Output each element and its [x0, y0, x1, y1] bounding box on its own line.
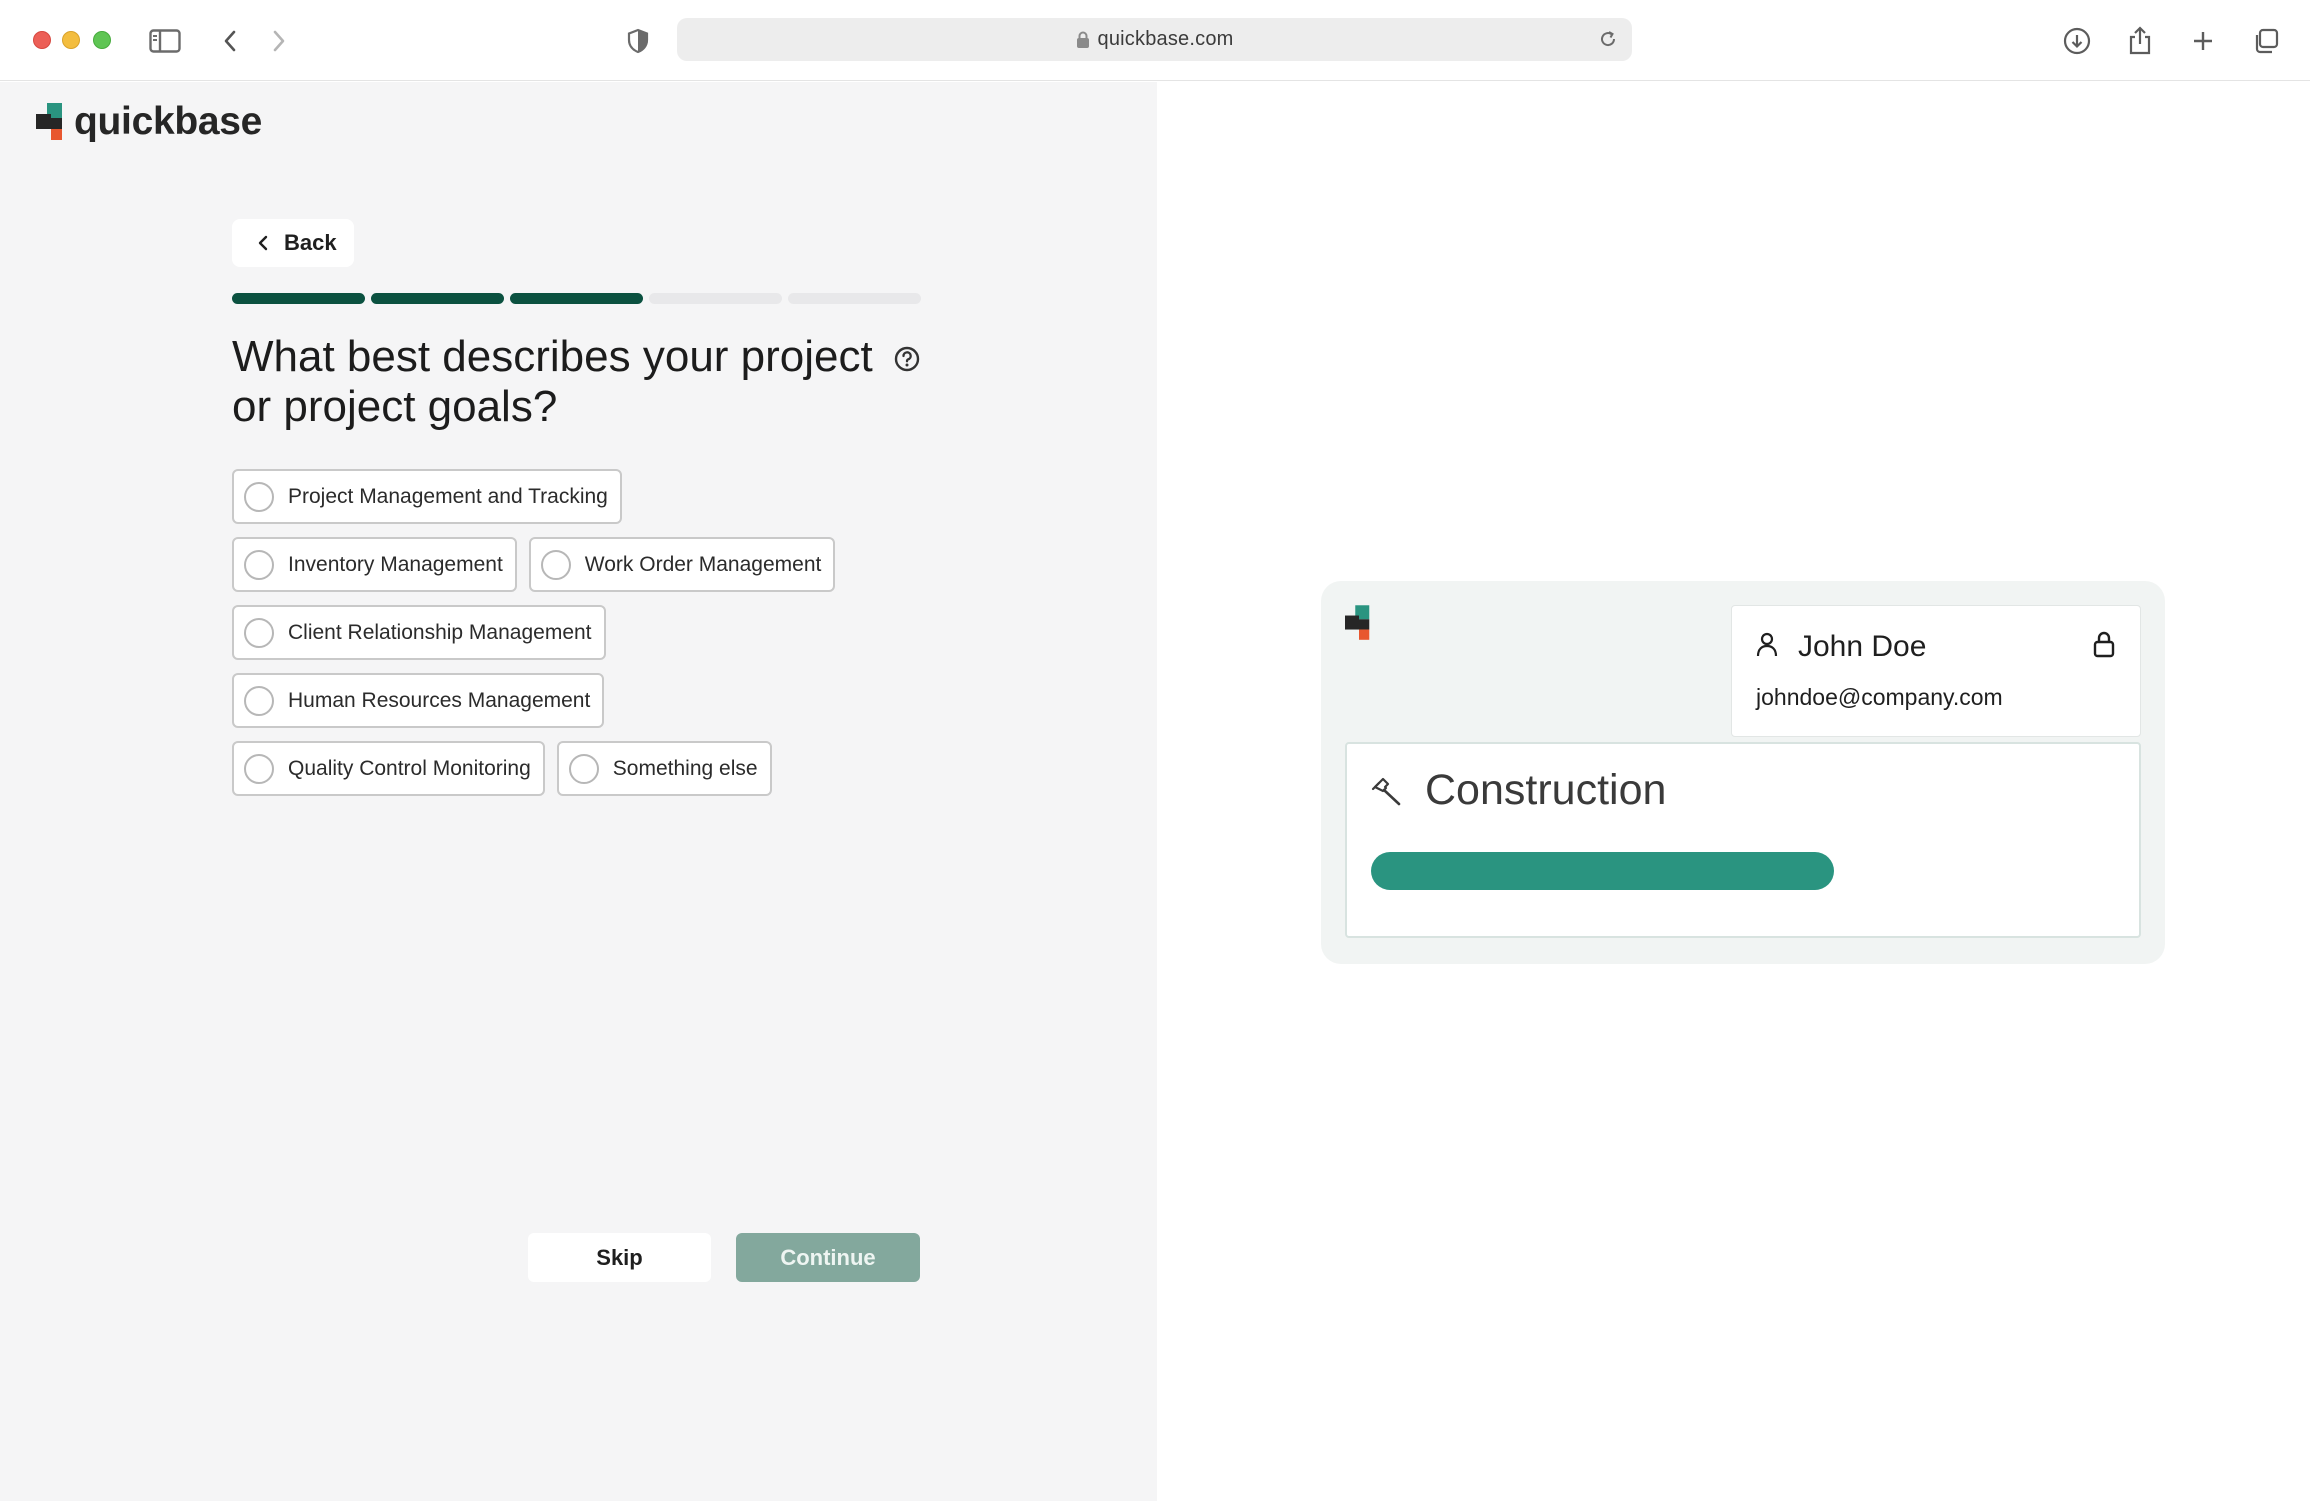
quickbase-logo[interactable]: quickbase	[36, 100, 262, 144]
goal-option-label: Something else	[612, 756, 758, 780]
tab-overview-icon[interactable]	[2249, 24, 2283, 58]
option-row: Human Resources Management	[232, 673, 932, 728]
industry-card: Construction	[1345, 742, 2141, 938]
forward-arrow-icon[interactable]	[262, 24, 296, 58]
progress-segment	[510, 293, 643, 304]
goal-option[interactable]: Inventory Management	[232, 537, 517, 592]
radio-button[interactable]	[244, 617, 274, 648]
brand-name: quickbase	[74, 100, 263, 143]
radio-button[interactable]	[568, 753, 599, 784]
option-row: Project Management and Tracking	[232, 469, 932, 524]
onboarding-panel: quickbase Back What best describes your …	[0, 82, 1157, 1501]
privacy-shield-icon[interactable]	[621, 24, 655, 58]
new-tab-icon[interactable]	[2186, 24, 2220, 58]
share-icon[interactable]	[2123, 24, 2157, 58]
radio-button[interactable]	[244, 481, 274, 512]
goal-option-label: Quality Control Monitoring	[288, 756, 531, 780]
progress-segment	[649, 293, 782, 304]
lock-icon	[1076, 31, 1089, 48]
app-preview-card: John Doe johndoe@company.com Constructio…	[1321, 581, 2165, 964]
option-row: Quality Control Monitoring Something else	[232, 741, 932, 796]
option-row: Inventory Management Work Order Managemen…	[232, 537, 932, 592]
goal-option-label: Human Resources Management	[288, 688, 591, 712]
preview-panel: John Doe johndoe@company.com Constructio…	[1157, 82, 2310, 1501]
back-button-label: Back	[284, 230, 337, 255]
user-info-box: John Doe johndoe@company.com	[1731, 605, 2141, 737]
progress-segment	[371, 293, 504, 304]
step-progress-bar	[232, 293, 921, 304]
user-icon	[1756, 632, 1778, 657]
close-window-button[interactable]	[33, 31, 51, 49]
radio-button[interactable]	[244, 753, 274, 784]
radio-button[interactable]	[244, 549, 274, 580]
goal-option[interactable]: Client Relationship Management	[232, 605, 606, 660]
browser-toolbar: quickbase.com	[0, 0, 2310, 81]
progress-segment	[232, 293, 365, 304]
skip-button[interactable]: Skip	[528, 1233, 711, 1282]
industry-progress-bar	[1371, 852, 1834, 890]
back-button[interactable]: Back	[232, 219, 354, 267]
goal-option[interactable]: Human Resources Management	[232, 673, 605, 728]
radio-button[interactable]	[540, 549, 571, 580]
project-goal-options: Project Management and Tracking Inventory…	[232, 469, 932, 809]
sidebar-toggle-icon[interactable]	[148, 24, 182, 58]
option-row: Client Relationship Management	[232, 605, 932, 660]
quickbase-mini-logo-icon	[1345, 605, 1370, 640]
address-bar[interactable]: quickbase.com	[677, 18, 1632, 61]
continue-button[interactable]: Continue	[736, 1233, 920, 1282]
quickbase-logo-icon	[36, 103, 62, 140]
goal-option-label: Project Management and Tracking	[288, 484, 608, 508]
goal-option-label: Inventory Management	[288, 552, 503, 576]
url-text: quickbase.com	[1097, 28, 1234, 50]
download-icon[interactable]	[2060, 24, 2094, 58]
back-arrow-icon[interactable]	[213, 24, 247, 58]
user-email: johndoe@company.com	[1756, 684, 2003, 710]
goal-option[interactable]: Something else	[556, 741, 772, 796]
question-heading: What best describes your project or proj…	[232, 332, 873, 431]
goal-option[interactable]: Work Order Management	[528, 537, 836, 592]
hammer-icon	[1371, 777, 1401, 806]
goal-option[interactable]: Quality Control Monitoring	[232, 741, 545, 796]
radio-button[interactable]	[244, 685, 274, 716]
goal-option-label: Client Relationship Management	[288, 620, 592, 644]
industry-label: Construction	[1425, 766, 1667, 814]
minimize-window-button[interactable]	[62, 31, 80, 49]
user-name: John Doe	[1798, 630, 1927, 663]
progress-segment	[788, 293, 921, 304]
lock-icon	[2093, 631, 2115, 658]
goal-option[interactable]: Project Management and Tracking	[232, 469, 622, 524]
chevron-left-icon	[258, 235, 268, 251]
question-circle-icon[interactable]	[894, 346, 920, 372]
reload-icon[interactable]	[1598, 29, 1618, 49]
goal-option-label: Work Order Management	[584, 552, 822, 576]
zoom-window-button[interactable]	[93, 31, 111, 49]
